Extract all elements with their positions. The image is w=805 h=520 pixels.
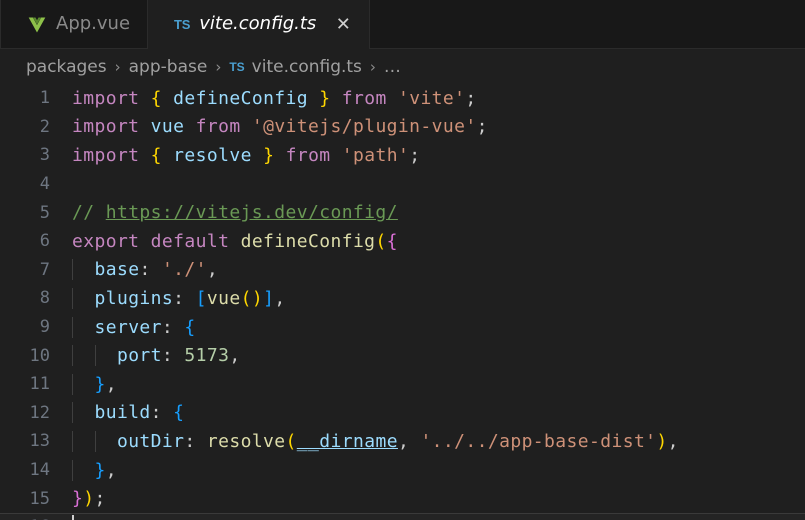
code-line[interactable]: 9 server: {	[0, 313, 805, 342]
line-number: 10	[29, 345, 50, 366]
line-number: 2	[39, 116, 50, 137]
code-line[interactable]: 13 outDir: resolve(__dirname, '../../app…	[0, 427, 805, 456]
code-text: port: 5173,	[72, 345, 805, 367]
line-number: 4	[39, 174, 50, 195]
line-number: 15	[29, 488, 50, 509]
typescript-icon: TS	[229, 59, 245, 74]
code-line[interactable]: 1 import { defineConfig } from 'vite';	[0, 84, 805, 113]
indent-guide	[72, 316, 73, 338]
code-text: export default defineConfig({	[72, 230, 398, 252]
code-line[interactable]: 12 build: {	[0, 399, 805, 428]
chevron-right-icon: ›	[114, 57, 121, 76]
indent-guide	[72, 259, 73, 281]
code-text: },	[72, 459, 805, 481]
code-line-current[interactable]: 16	[0, 512, 805, 520]
code-line[interactable]: 15 });	[0, 484, 805, 513]
text-cursor	[72, 514, 74, 520]
code-text: base: './',	[72, 259, 805, 281]
breadcrumb-item-vite-config-ts[interactable]: vite.config.ts	[252, 57, 362, 77]
tab-vite-config-ts[interactable]: TS vite.config.ts ✕	[148, 0, 371, 49]
chevron-right-icon: ›	[369, 57, 376, 76]
breadcrumb-item-app-base[interactable]: app-base	[129, 57, 208, 77]
indent-guide	[94, 345, 96, 367]
chevron-right-icon: ›	[215, 57, 222, 76]
code-text: import { resolve } from 'path';	[72, 144, 421, 166]
code-line[interactable]: 4	[0, 170, 805, 199]
indent-guide	[72, 402, 73, 424]
indent-guide	[72, 373, 73, 395]
code-line[interactable]: 7 base: './',	[0, 256, 805, 285]
editor-tab-bar: App.vue TS vite.config.ts ✕	[0, 0, 805, 49]
tab-label: vite.config.ts	[199, 12, 317, 34]
tab-label: App.vue	[56, 12, 131, 34]
indent-guide	[72, 430, 73, 452]
code-text	[72, 514, 805, 520]
breadcrumb: packages › app-base › TS vite.config.ts …	[0, 49, 805, 84]
indent-guide	[94, 430, 96, 452]
code-line[interactable]: 6 export default defineConfig({	[0, 227, 805, 256]
indent-guide	[72, 287, 73, 309]
line-number: 5	[39, 202, 50, 223]
code-text: import { defineConfig } from 'vite';	[72, 87, 477, 109]
code-text: plugins: [vue()],	[72, 287, 805, 309]
code-editor[interactable]: 1 import { defineConfig } from 'vite'; 2…	[0, 84, 805, 520]
line-number: 3	[39, 145, 50, 166]
code-text: server: {	[72, 316, 805, 338]
line-number: 13	[29, 431, 50, 452]
code-text: });	[72, 488, 106, 510]
line-number: 14	[29, 460, 50, 481]
code-line[interactable]: 8 plugins: [vue()],	[0, 284, 805, 313]
vue-icon	[27, 15, 47, 35]
code-line[interactable]: 2 import vue from '@vitejs/plugin-vue';	[0, 113, 805, 142]
line-number: 9	[39, 317, 50, 338]
breadcrumb-item-overflow[interactable]: …	[384, 57, 401, 77]
code-text: },	[72, 373, 805, 395]
comment-prefix: //	[72, 202, 106, 224]
code-line[interactable]: 5 // https://vitejs.dev/config/	[0, 198, 805, 227]
code-line[interactable]: 10 port: 5173,	[0, 341, 805, 370]
code-text: // https://vitejs.dev/config/	[72, 202, 805, 223]
line-number: 12	[29, 402, 50, 423]
comment-url-link[interactable]: https://vitejs.dev/config/	[106, 202, 398, 223]
code-text: outDir: resolve(__dirname, '../../app-ba…	[72, 430, 805, 452]
tab-app-vue[interactable]: App.vue	[0, 0, 149, 49]
code-line[interactable]: 14 },	[0, 456, 805, 485]
line-number: 1	[39, 88, 50, 109]
line-number: 11	[29, 374, 50, 395]
code-text: build: {	[72, 402, 805, 424]
breadcrumb-item-packages[interactable]: packages	[26, 57, 107, 77]
line-number: 7	[39, 259, 50, 280]
typescript-icon: TS	[174, 17, 191, 32]
code-line[interactable]: 11 },	[0, 370, 805, 399]
close-icon[interactable]: ✕	[334, 14, 352, 35]
code-text: import vue from '@vitejs/plugin-vue';	[72, 116, 488, 138]
line-number: 6	[39, 231, 50, 252]
code-line[interactable]: 3 import { resolve } from 'path';	[0, 141, 805, 170]
line-number: 8	[39, 288, 50, 309]
indent-guide	[72, 459, 73, 481]
indent-guide	[72, 345, 73, 367]
